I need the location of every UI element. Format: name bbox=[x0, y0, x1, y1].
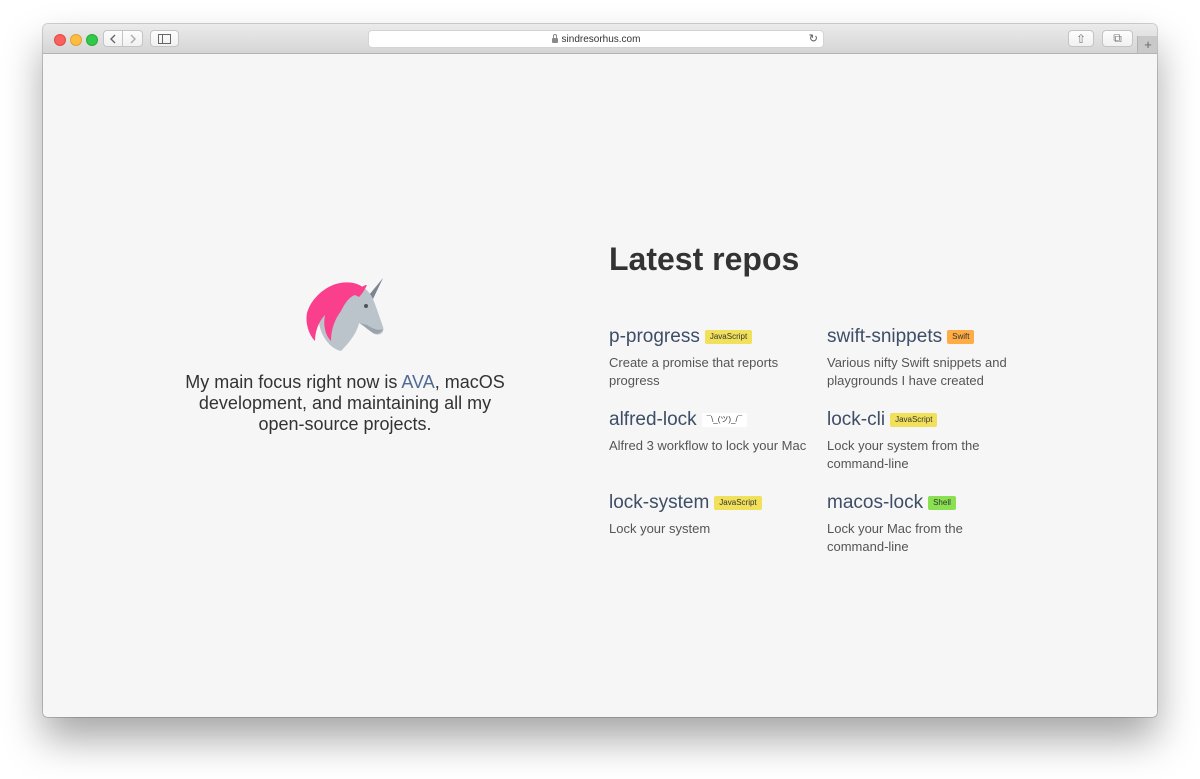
repo-card: lock-cli JavaScript Lock your system fro… bbox=[827, 407, 1027, 473]
zoom-window-button[interactable] bbox=[86, 34, 98, 46]
language-badge: Swift bbox=[947, 330, 975, 344]
language-badge: ¯\_(ツ)_/¯ bbox=[701, 413, 748, 427]
forward-button[interactable] bbox=[123, 30, 143, 47]
chevron-left-icon bbox=[110, 34, 116, 43]
repo-card: alfred-lock ¯\_(ツ)_/¯ Alfred 3 workflow … bbox=[609, 407, 809, 455]
repo-description: Lock your Mac from the command-line bbox=[827, 521, 963, 554]
repo-name-link[interactable]: swift-snippets bbox=[827, 326, 942, 348]
address-bar[interactable]: sindresorhus.com ↻ bbox=[368, 30, 824, 48]
repo-card: swift-snippets Swift Various nifty Swift… bbox=[827, 324, 1027, 390]
repo-description: Lock your system from the command-line bbox=[827, 438, 980, 471]
language-badge: JavaScript bbox=[890, 413, 938, 427]
repo-description: Lock your system bbox=[609, 521, 711, 536]
focus-text-before: My main focus right now is bbox=[185, 372, 402, 392]
close-window-button[interactable] bbox=[54, 34, 66, 46]
reload-icon[interactable]: ↻ bbox=[809, 32, 818, 45]
new-tab-button[interactable]: + bbox=[1137, 36, 1157, 53]
repo-name-link[interactable]: p-progress bbox=[609, 326, 700, 348]
repo-card: p-progress JavaScript Create a promise t… bbox=[609, 324, 809, 390]
minimize-window-button[interactable] bbox=[70, 34, 82, 46]
repo-card: lock-system JavaScript Lock your system bbox=[609, 490, 809, 538]
ava-link[interactable]: AVA bbox=[401, 372, 434, 392]
language-badge: Shell bbox=[928, 496, 956, 510]
share-button[interactable]: ⇧ bbox=[1068, 30, 1094, 47]
language-badge: JavaScript bbox=[704, 330, 753, 344]
repo-description: Various nifty Swift snippets and playgro… bbox=[827, 355, 1007, 388]
repo-name-link[interactable]: macos-lock bbox=[827, 492, 923, 514]
repo-name-link[interactable]: alfred-lock bbox=[609, 409, 697, 431]
unicorn-logo-icon bbox=[306, 278, 384, 351]
sidebar-toggle-button[interactable] bbox=[150, 30, 179, 47]
browser-toolbar: sindresorhus.com ↻ ⇧ ⧉ + bbox=[43, 24, 1157, 54]
browser-window: sindresorhus.com ↻ ⇧ ⧉ + My main focus r… bbox=[43, 24, 1157, 717]
latest-repos-heading: Latest repos bbox=[609, 241, 800, 277]
back-button[interactable] bbox=[103, 30, 123, 47]
show-tabs-button[interactable]: ⧉ bbox=[1102, 30, 1133, 47]
language-badge: JavaScript bbox=[714, 496, 762, 510]
share-icon: ⇧ bbox=[1075, 31, 1087, 46]
sidebar-icon bbox=[158, 33, 171, 44]
tabs-icon: ⧉ bbox=[1113, 31, 1122, 45]
page-content: My main focus right now is AVA, macOS de… bbox=[43, 54, 1157, 717]
history-navigation bbox=[103, 30, 143, 47]
lock-icon bbox=[551, 33, 558, 43]
repo-name-link[interactable]: lock-cli bbox=[827, 409, 885, 431]
focus-statement: My main focus right now is AVA, macOS de… bbox=[175, 372, 515, 435]
chevron-right-icon bbox=[130, 34, 136, 43]
repo-card: macos-lock Shell Lock your Mac from the … bbox=[827, 490, 1027, 556]
address-url: sindresorhus.com bbox=[561, 33, 641, 45]
plus-icon: + bbox=[1144, 37, 1152, 52]
repo-name-link[interactable]: lock-system bbox=[609, 492, 709, 514]
repo-description: Create a promise that reports progress bbox=[609, 355, 779, 388]
repo-description: Alfred 3 workflow to lock your Mac bbox=[609, 438, 807, 453]
